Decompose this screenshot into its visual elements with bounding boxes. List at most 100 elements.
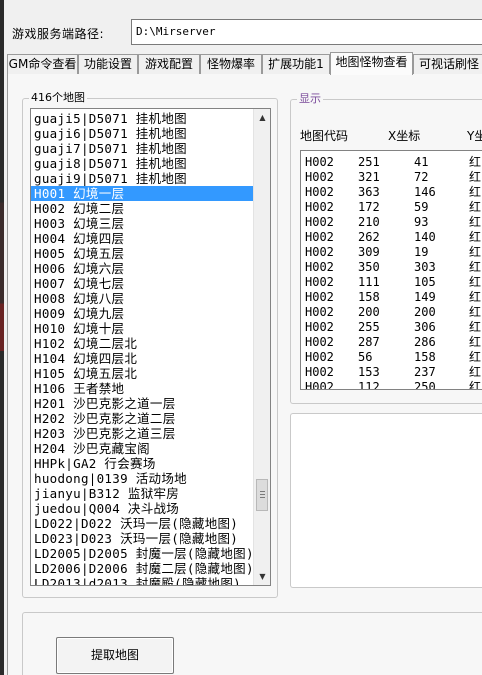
map-list-item[interactable]: LD022|D022 沃玛一层(隐藏地图) bbox=[31, 516, 253, 531]
fetch-map-button[interactable]: 提取地图 bbox=[56, 637, 174, 674]
table-row[interactable]: H002 111 105 红 bbox=[301, 275, 482, 290]
scroll-down-arrow-icon[interactable]: ▼ bbox=[254, 568, 270, 585]
table-cell: H002 bbox=[305, 245, 334, 259]
map-list-item[interactable]: LD023|D023 沃玛一层(隐藏地图) bbox=[31, 531, 253, 546]
map-list-item[interactable]: jianyu|B312 监狱牢房 bbox=[31, 486, 253, 501]
map-list-item[interactable]: H203 沙巴克影之道三层 bbox=[31, 426, 253, 441]
table-cell: 56 bbox=[358, 350, 373, 364]
table-cell: 红 bbox=[469, 275, 482, 289]
table-cell: H002 bbox=[305, 290, 334, 304]
table-row[interactable]: H002 321 72 红 bbox=[301, 170, 482, 185]
table-cell: 红 bbox=[469, 245, 482, 259]
map-list-item[interactable]: H204 沙巴克藏宝阁 bbox=[31, 441, 253, 456]
map-list-item[interactable]: H202 沙巴克影之道二层 bbox=[31, 411, 253, 426]
table-cell: H002 bbox=[305, 155, 334, 169]
table-cell: 350 bbox=[358, 260, 380, 274]
map-list-item[interactable]: H201 沙巴克影之道一层 bbox=[31, 396, 253, 411]
map-list-item[interactable]: H009 幻境九层 bbox=[31, 306, 253, 321]
map-list-item[interactable]: guaji8|D5071 挂机地图 bbox=[31, 156, 253, 171]
map-list-item[interactable]: H003 幻境三层 bbox=[31, 216, 253, 231]
map-list-item[interactable]: guaji6|D5071 挂机地图 bbox=[31, 126, 253, 141]
table-cell: 250 bbox=[414, 380, 436, 390]
table-cell: H002 bbox=[305, 170, 334, 184]
tab-extensions-1[interactable]: 扩展功能1 bbox=[262, 54, 330, 74]
table-cell: H002 bbox=[305, 320, 334, 334]
table-cell: 红 bbox=[469, 290, 482, 304]
table-row[interactable]: H002 262 140 红 bbox=[301, 230, 482, 245]
table-cell: H002 bbox=[305, 260, 334, 274]
table-row[interactable]: H002 153 237 红 bbox=[301, 365, 482, 380]
map-listbox[interactable]: guaji5|D5071 挂机地图 guaji6|D5071 挂机地图 guaji7… bbox=[30, 108, 271, 586]
table-row[interactable]: H002 251 41 红 bbox=[301, 155, 482, 170]
table-cell: 红 bbox=[469, 260, 482, 274]
table-row[interactable]: H002 350 303 红 bbox=[301, 260, 482, 275]
server-path-input[interactable]: D:\Mirserver bbox=[131, 19, 482, 45]
tab-game-config[interactable]: 游戏配置 bbox=[138, 54, 200, 74]
table-cell: 251 bbox=[358, 155, 380, 169]
table-row[interactable]: H002 287 286 红 bbox=[301, 335, 482, 350]
table-row[interactable]: H002 158 149 红 bbox=[301, 290, 482, 305]
map-list-scrollbar[interactable]: ▲ ▼ bbox=[253, 109, 270, 585]
table-cell: 红 bbox=[469, 230, 482, 244]
scroll-up-arrow-icon[interactable]: ▲ bbox=[254, 109, 270, 126]
map-list-item[interactable]: H001 幻境一层 bbox=[31, 186, 253, 201]
map-list-item[interactable]: H105 幻境五层北 bbox=[31, 366, 253, 381]
map-list-item[interactable]: H008 幻境八层 bbox=[31, 291, 253, 306]
table-cell: 146 bbox=[414, 185, 436, 199]
map-list-item[interactable]: guaji7|D5071 挂机地图 bbox=[31, 141, 253, 156]
table-cell: 红 bbox=[469, 170, 482, 184]
table-cell: H002 bbox=[305, 275, 334, 289]
scrollbar-thumb[interactable] bbox=[256, 479, 268, 511]
map-list-item[interactable]: LD2005|D2005 封魔一层(隐藏地图) bbox=[31, 546, 253, 561]
table-row[interactable]: H002 56 158 红 bbox=[301, 350, 482, 365]
map-list-item[interactable]: H106 王者禁地 bbox=[31, 381, 253, 396]
table-row[interactable]: H002 363 146 红 bbox=[301, 185, 482, 200]
table-cell: 红 bbox=[469, 185, 482, 199]
tab-gm-commands[interactable]: GM命令查看 bbox=[7, 54, 78, 74]
map-list-item[interactable]: huodong|0139 活动场地 bbox=[31, 471, 253, 486]
table-cell: H002 bbox=[305, 365, 334, 379]
table-cell: 237 bbox=[414, 365, 436, 379]
map-list-item[interactable]: juedou|Q004 决斗战场 bbox=[31, 501, 253, 516]
map-list-item[interactable]: H010 幻境十层 bbox=[31, 321, 253, 336]
tab-monster-drops[interactable]: 怪物爆率 bbox=[200, 54, 262, 74]
map-list-item[interactable]: H007 幻境七层 bbox=[31, 276, 253, 291]
map-list-item[interactable]: guaji9|D5071 挂机地图 bbox=[31, 171, 253, 186]
table-cell: 红 bbox=[469, 305, 482, 319]
table-row[interactable]: H002 172 59 红 bbox=[301, 200, 482, 215]
map-count-title: 416个地图 bbox=[29, 91, 87, 104]
tab-map-monsters[interactable]: 地图怪物查看 bbox=[330, 52, 413, 75]
map-list-item[interactable]: H104 幻境四层北 bbox=[31, 351, 253, 366]
table-cell: 红 bbox=[469, 200, 482, 214]
map-list-item[interactable]: LD2006|D2006 封魔二层(隐藏地图) bbox=[31, 561, 253, 576]
table-row[interactable]: H002 112 250 红 bbox=[301, 380, 482, 390]
table-row[interactable]: H002 200 200 红 bbox=[301, 305, 482, 320]
map-list-item[interactable]: HHPk|GA2 行会赛场 bbox=[31, 456, 253, 471]
server-path-label: 游戏服务端路径: bbox=[12, 27, 105, 41]
table-cell: 72 bbox=[414, 170, 429, 184]
table-cell: 红 bbox=[469, 365, 482, 379]
table-cell: 105 bbox=[414, 275, 436, 289]
tab-function-settings[interactable]: 功能设置 bbox=[78, 54, 138, 74]
table-cell: 153 bbox=[358, 365, 380, 379]
table-row[interactable]: H002 210 93 红 bbox=[301, 215, 482, 230]
grip-line bbox=[260, 497, 265, 498]
table-cell: 172 bbox=[358, 200, 380, 214]
map-list-item[interactable]: guaji5|D5071 挂机地图 bbox=[31, 111, 253, 126]
table-row[interactable]: H002 255 306 红 bbox=[301, 320, 482, 335]
map-list-item[interactable]: H004 幻境四层 bbox=[31, 231, 253, 246]
map-list-item[interactable]: H006 幻境六层 bbox=[31, 261, 253, 276]
table-cell: 306 bbox=[414, 320, 436, 334]
map-list-item[interactable]: H005 幻境五层 bbox=[31, 246, 253, 261]
table-row[interactable]: H002 309 19 红 bbox=[301, 245, 482, 260]
table-cell: 255 bbox=[358, 320, 380, 334]
tab-visual-spawn[interactable]: 可视话刷怪 bbox=[413, 54, 482, 74]
map-list-item[interactable]: LD2013|d2013 封魔殿(隐藏地图) bbox=[31, 576, 253, 585]
map-list-item[interactable]: H102 幻境二层北 bbox=[31, 336, 253, 351]
table-cell: 158 bbox=[358, 290, 380, 304]
table-cell: 309 bbox=[358, 245, 380, 259]
coord-table[interactable]: H002 251 41 红 H002 321 72 红 H002 363 146 红 H002 172 59… bbox=[300, 150, 482, 390]
map-list-item[interactable]: H002 幻境二层 bbox=[31, 201, 253, 216]
table-cell: 363 bbox=[358, 185, 380, 199]
grip-line bbox=[260, 494, 265, 495]
